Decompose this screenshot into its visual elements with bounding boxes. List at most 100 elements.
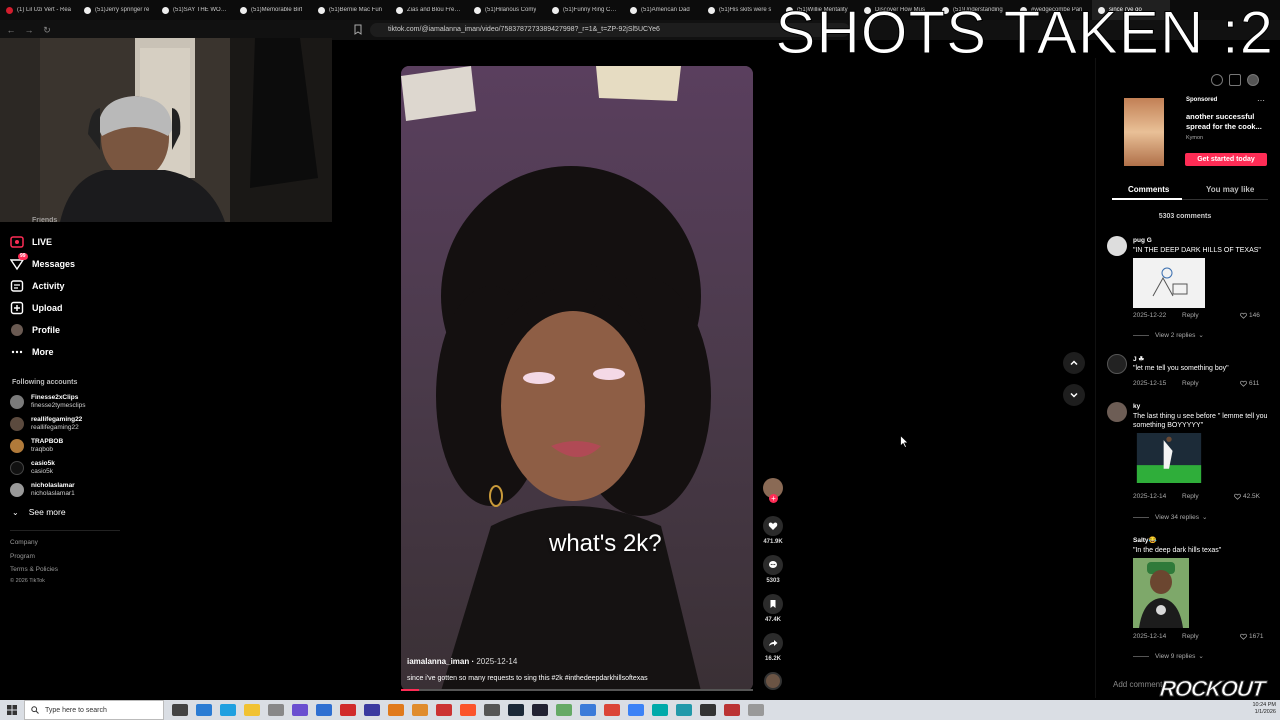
following-account[interactable]: TRAPBOB traqbob (10, 438, 63, 454)
follow-plus-icon[interactable]: + (769, 494, 778, 503)
tab-comments[interactable]: Comments (1128, 185, 1169, 194)
app-icon[interactable] (652, 704, 668, 716)
comment-image[interactable] (1133, 433, 1205, 483)
save-button[interactable]: 47.4K (763, 594, 783, 623)
brave-icon[interactable] (460, 704, 476, 716)
following-account[interactable]: nicholaslamar nicholaslamar1 (10, 482, 75, 498)
steam-icon[interactable] (508, 704, 524, 716)
ad-more-icon[interactable]: ⋯ (1257, 96, 1265, 105)
tab-you-may-like[interactable]: You may like (1206, 185, 1254, 194)
browser-tab[interactable]: (51)Funny Ring Cam (546, 0, 624, 20)
next-video-button[interactable] (1063, 384, 1085, 406)
browser-tab[interactable]: (51)American Dad (624, 0, 702, 20)
bookmark-icon[interactable] (763, 594, 783, 614)
app-icon[interactable] (364, 704, 380, 716)
discord-icon[interactable] (292, 704, 308, 716)
footer-link-terms[interactable]: Terms & Policies (10, 566, 58, 573)
comment-reply-button[interactable]: Reply (1182, 493, 1199, 500)
video-progress-bar[interactable] (401, 689, 753, 691)
sidebar-item-messages[interactable]: 99 Messages (10, 253, 75, 271)
app-icon[interactable] (388, 704, 404, 716)
comment-user[interactable]: Salty😂 (1133, 536, 1157, 544)
previous-video-button[interactable] (1063, 352, 1085, 374)
device-icon[interactable] (1229, 74, 1241, 86)
app-icon[interactable] (580, 704, 596, 716)
browser-tab[interactable]: (51)Memorable Birt (234, 0, 312, 20)
browser-tab[interactable]: (51)Jerry springer re (78, 0, 156, 20)
app-icon[interactable] (532, 704, 548, 716)
app-icon[interactable] (436, 704, 452, 716)
view-replies-button[interactable]: View 34 replies ⌄ (1133, 513, 1207, 521)
app-icon[interactable] (628, 704, 644, 716)
comment-reply-button[interactable]: Reply (1182, 633, 1199, 640)
app-icon[interactable] (700, 704, 716, 716)
following-account[interactable]: reallifegaming22 reallifegaming22 (10, 416, 82, 432)
footer-link-company[interactable]: Company (10, 539, 38, 546)
comment-user[interactable]: ky (1133, 403, 1140, 410)
comment-user[interactable]: J ☘ (1133, 355, 1144, 363)
system-clock[interactable]: 10:24 PM 1/1/2026 (1252, 702, 1276, 716)
sidebar-item-live[interactable]: LIVE (10, 235, 52, 249)
comment-like-button[interactable]: 146 (1240, 312, 1260, 319)
browser-tab[interactable]: (51)SAY THE WORD! (156, 0, 234, 20)
comment-button[interactable]: 5303 (763, 555, 783, 584)
mail-icon[interactable] (268, 704, 284, 716)
browser-tab[interactable]: (51)Bernie Mac Fun (312, 0, 390, 20)
user-avatar[interactable] (1247, 74, 1259, 86)
edge-icon[interactable] (196, 704, 212, 716)
view-replies-button[interactable]: View 9 replies ⌄ (1133, 652, 1204, 660)
task-view-icon[interactable] (172, 704, 188, 716)
comment-image[interactable] (1133, 258, 1205, 308)
app-icon[interactable] (748, 704, 764, 716)
avatar[interactable] (1107, 236, 1127, 256)
app-icon[interactable] (724, 704, 740, 716)
app-icon[interactable] (556, 704, 572, 716)
following-account[interactable]: Finesse2xClips finesse2tymesclips (10, 394, 86, 410)
share-icon[interactable] (763, 633, 783, 653)
autoscroll-icon[interactable] (1211, 74, 1223, 86)
following-account[interactable]: casio5k casio5k (10, 460, 55, 476)
view-replies-button[interactable]: View 2 replies ⌄ (1133, 331, 1204, 339)
back-icon[interactable]: ← (4, 23, 18, 37)
app-icon[interactable] (676, 704, 692, 716)
browser-tab[interactable]: (51)His skits were s (702, 0, 780, 20)
video-author[interactable]: iamalanna_iman · 2025-12-14 (407, 657, 517, 666)
browser-tab[interactable]: (1) Lil Uzi Vert - Rea (0, 0, 78, 20)
comment-like-button[interactable]: 1671 (1240, 633, 1263, 640)
browser-icon[interactable] (220, 704, 236, 716)
comment-image[interactable] (1133, 558, 1189, 628)
ad-cta-button[interactable]: Get started today (1185, 153, 1267, 166)
browser-tab[interactable]: Zias and Blou Freest (390, 0, 468, 20)
sidebar-item-profile[interactable]: Profile (10, 323, 60, 337)
comment-reply-button[interactable]: Reply (1182, 380, 1199, 387)
app-icon[interactable] (316, 704, 332, 716)
music-disc-icon[interactable] (764, 672, 782, 690)
sidebar-item-friends[interactable]: Friends (10, 217, 57, 224)
file-explorer-icon[interactable] (244, 704, 260, 716)
avatar[interactable] (1107, 354, 1127, 374)
browser-tab[interactable]: (51)Hilarious Comy (468, 0, 546, 20)
comment-like-button[interactable]: 42.5K (1234, 493, 1260, 500)
chrome-icon[interactable] (604, 704, 620, 716)
bookmark-icon[interactable] (354, 24, 362, 35)
comment-user[interactable]: pug G (1133, 237, 1152, 244)
windows-start-icon[interactable] (0, 700, 24, 720)
sidebar-item-activity[interactable]: Activity (10, 279, 65, 293)
ad-thumbnail[interactable] (1124, 98, 1164, 166)
forward-icon[interactable]: → (22, 23, 36, 37)
sidebar-item-more[interactable]: More (10, 345, 54, 359)
video-username[interactable]: iamalanna_iman (407, 657, 469, 666)
obs-icon[interactable] (340, 704, 356, 716)
share-button[interactable]: 16.2K (763, 633, 783, 662)
taskbar-search-input[interactable]: Type here to search (24, 700, 164, 720)
app-icon[interactable] (412, 704, 428, 716)
heart-icon[interactable] (763, 516, 783, 536)
see-more-button[interactable]: ⌄ See more (12, 507, 66, 517)
comment-like-button[interactable]: 611 (1240, 380, 1259, 387)
like-button[interactable]: 471.9K (763, 516, 783, 545)
video-player[interactable] (401, 66, 753, 691)
comment-reply-button[interactable]: Reply (1182, 312, 1199, 319)
comment-icon[interactable] (763, 555, 783, 575)
sidebar-item-upload[interactable]: Upload (10, 301, 63, 315)
reload-icon[interactable]: ↻ (40, 23, 54, 37)
